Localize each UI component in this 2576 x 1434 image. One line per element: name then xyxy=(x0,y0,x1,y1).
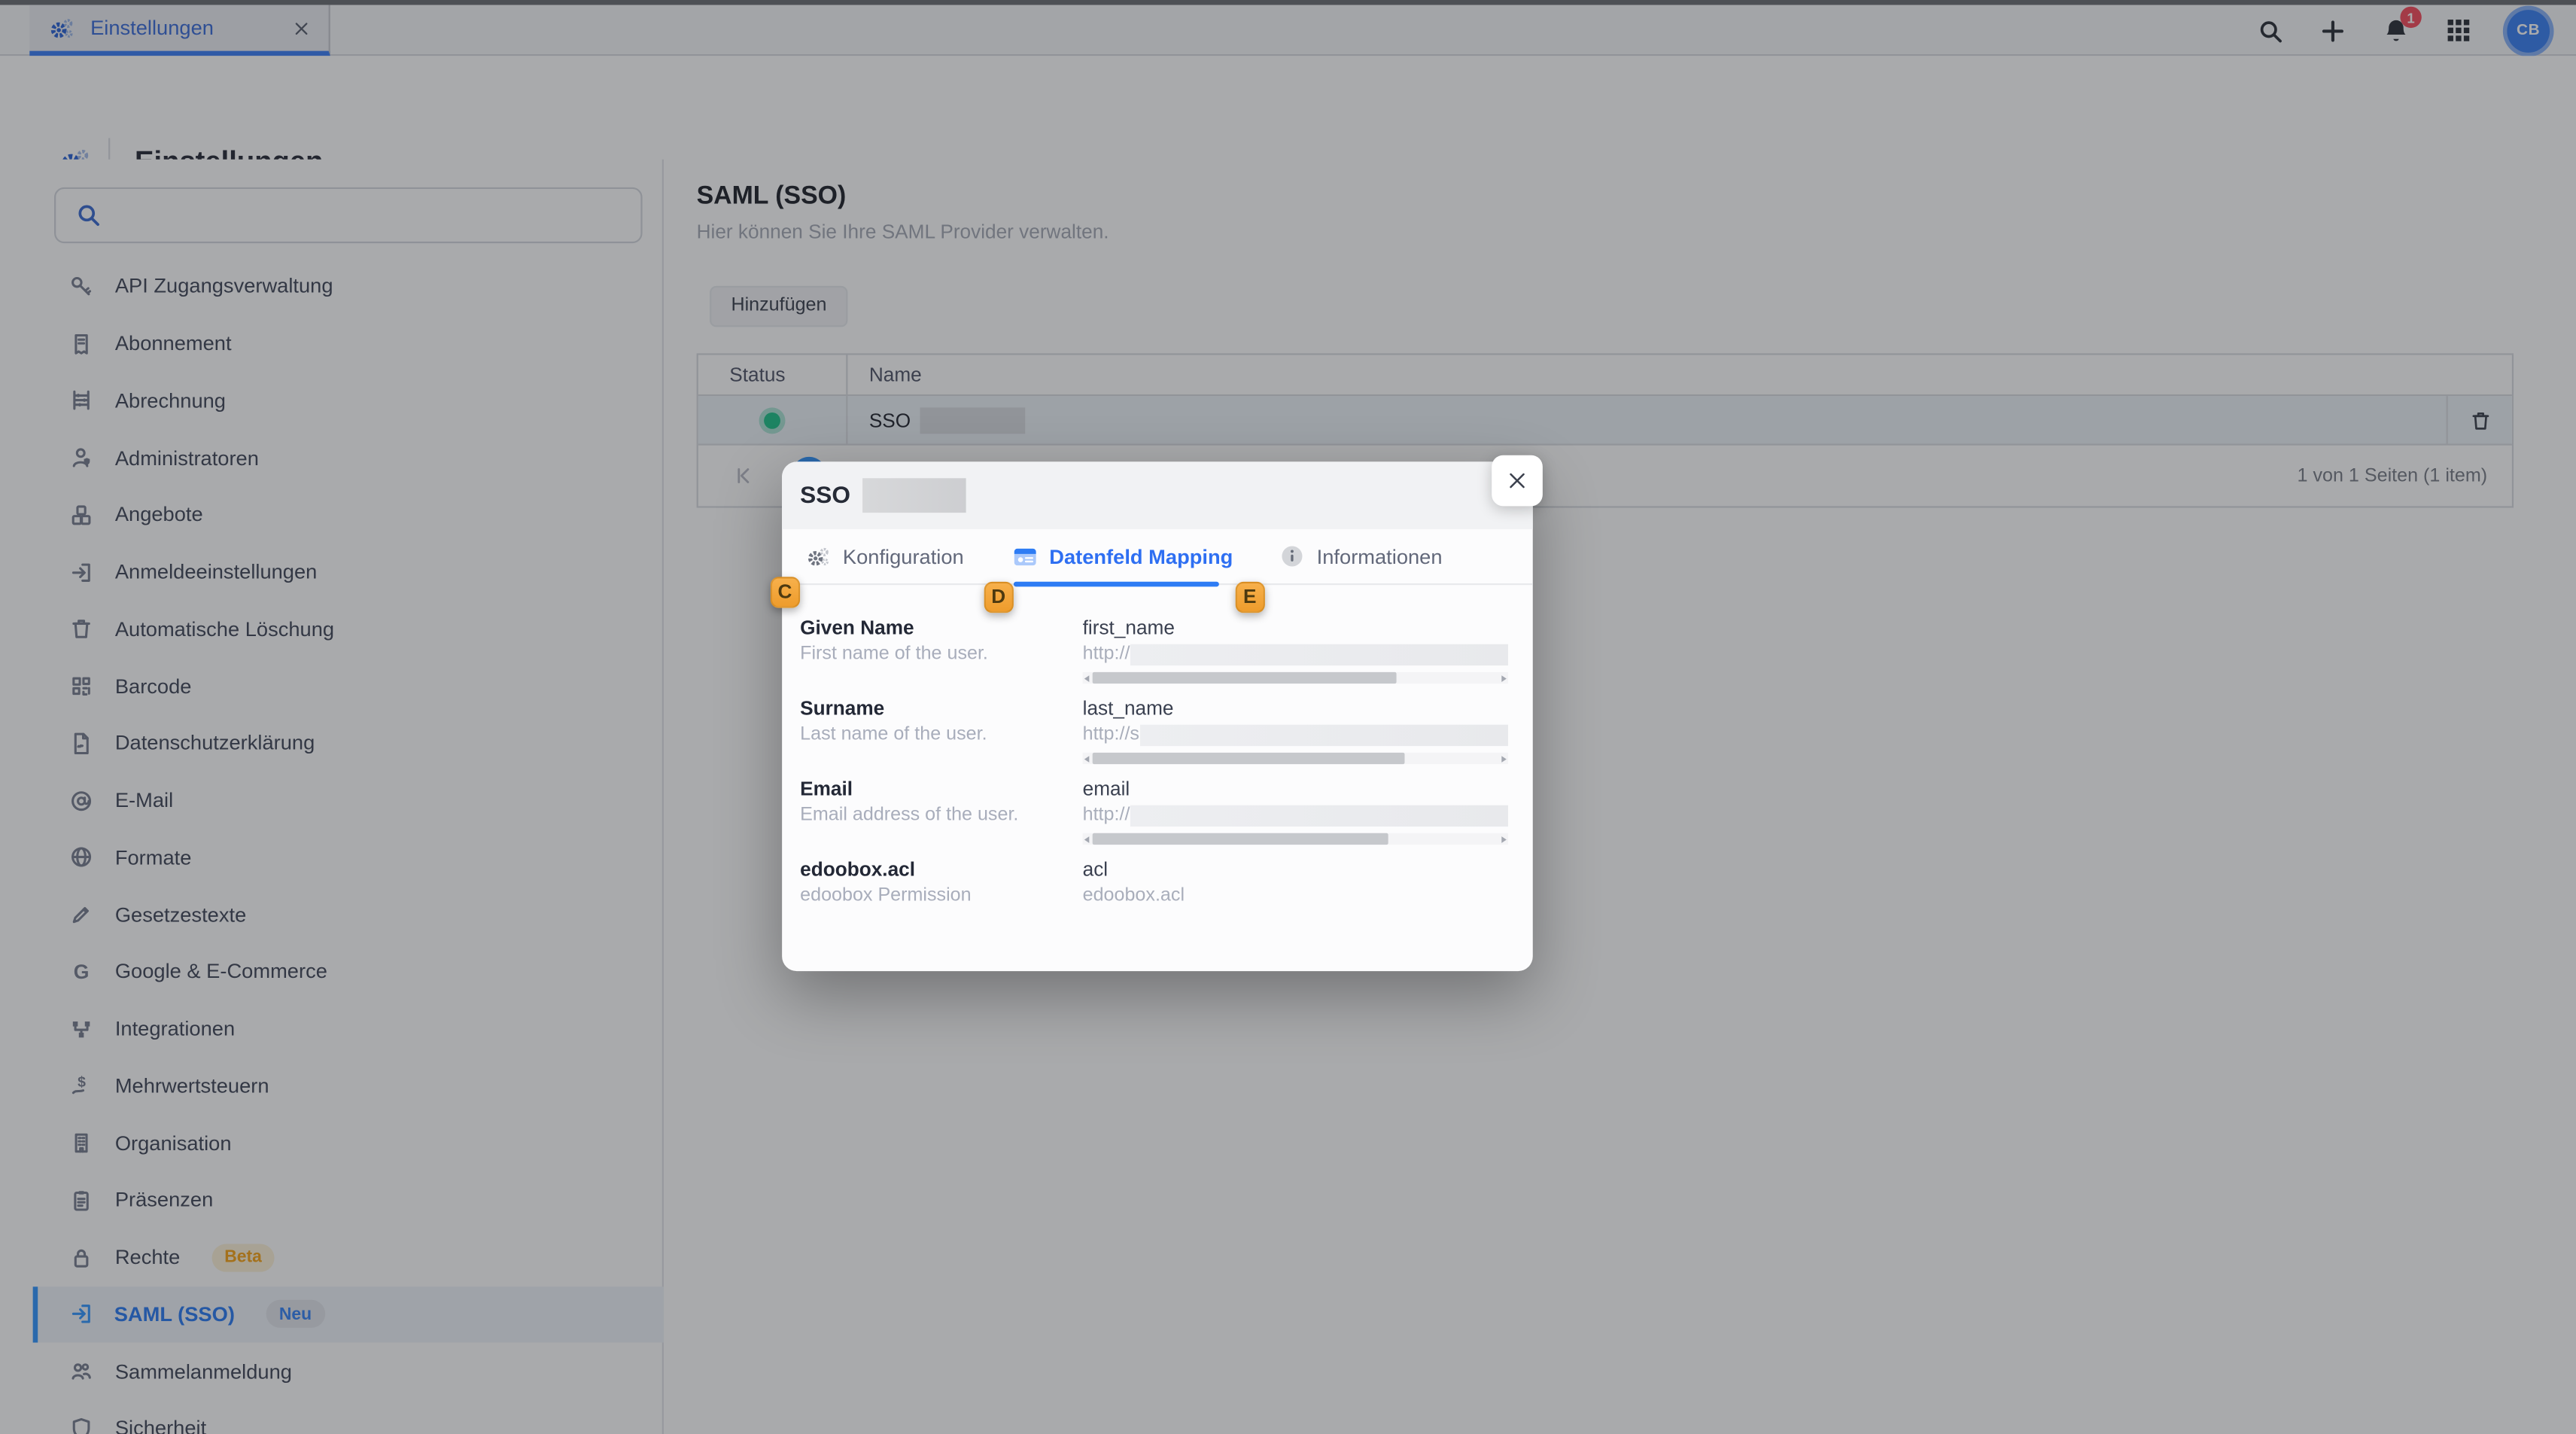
mapping-value: first_name xyxy=(1083,617,1508,640)
mapping-label: edoobox.acl xyxy=(800,858,1082,881)
mapping-description: First name of the user. xyxy=(800,644,1082,664)
mapping-label: Email xyxy=(800,778,1082,801)
app-stage: Einstellungen 1 CB Einstellungen xyxy=(0,0,2576,1434)
mapping-row-first_name: Given Name First name of the user.first_n… xyxy=(800,617,1533,697)
url-prefix: http://s xyxy=(1083,725,1139,744)
url-prefix: http:// xyxy=(1083,805,1130,825)
scrollbar-thumb[interactable] xyxy=(1093,833,1388,845)
info-icon xyxy=(1281,544,1306,569)
modal-tab-datenfeld-mapping[interactable]: Datenfeld Mapping xyxy=(1011,543,1233,569)
scroll-left-arrow-icon[interactable] xyxy=(1084,755,1090,762)
mapping-label: Given Name xyxy=(800,617,1082,640)
mapping-fields: Given Name First name of the user.first_n… xyxy=(782,585,1533,938)
screenshot-viewport: Einstellungen 1 CB Einstellungen xyxy=(0,0,2576,1434)
modal-tab-label: Datenfeld Mapping xyxy=(1049,545,1233,568)
sso-provider-modal: SSO Konfiguration Datenfeld Mapping Inform… xyxy=(782,461,1533,971)
mapping-value: last_name xyxy=(1083,697,1508,720)
annotation-marker-c: C xyxy=(771,577,799,607)
mapping-description: Email address of the user. xyxy=(800,805,1082,825)
idcard-icon xyxy=(1011,543,1038,569)
scroll-left-arrow-icon[interactable] xyxy=(1084,836,1090,842)
mapping-url[interactable]: http://s xyxy=(1083,723,1508,747)
redacted-url-block xyxy=(1130,805,1508,826)
mapping-description: edoobox Permission xyxy=(800,886,1082,906)
mapping-label: Surname xyxy=(800,697,1082,720)
modal-tab-konfiguration[interactable]: Konfiguration xyxy=(805,543,964,569)
active-tab-underline xyxy=(1014,582,1219,587)
redacted-url-block xyxy=(1139,724,1508,745)
mapping-url[interactable]: http:// xyxy=(1083,804,1508,827)
mapping-sub-value: edoobox.acl xyxy=(1083,886,1508,906)
gears-icon xyxy=(805,543,832,569)
redacted-title-block xyxy=(862,478,966,513)
modal-close-button[interactable] xyxy=(1492,455,1543,507)
modal-tab-informationen[interactable]: Informationen xyxy=(1281,544,1443,569)
scrollbar-thumb[interactable] xyxy=(1093,753,1405,764)
horizontal-scrollbar[interactable] xyxy=(1083,833,1508,845)
mapping-description: Last name of the user. xyxy=(800,725,1082,744)
modal-tab-label: Konfiguration xyxy=(843,545,964,568)
scroll-right-arrow-icon[interactable] xyxy=(1501,674,1507,681)
horizontal-scrollbar[interactable] xyxy=(1083,672,1508,684)
scroll-right-arrow-icon[interactable] xyxy=(1501,836,1507,842)
scroll-right-arrow-icon[interactable] xyxy=(1501,755,1507,762)
annotation-marker-d: D xyxy=(984,582,1013,612)
mapping-url[interactable]: http:// xyxy=(1083,643,1508,666)
mapping-row-email: Email Email address of the user.email http… xyxy=(800,778,1533,858)
mapping-value: acl xyxy=(1083,858,1508,881)
modal-tab-label: Informationen xyxy=(1317,545,1443,568)
modal-tabs: Konfiguration Datenfeld Mapping Informatio… xyxy=(782,529,1533,585)
url-prefix: http:// xyxy=(1083,644,1130,664)
scrollbar-thumb[interactable] xyxy=(1093,672,1397,684)
redacted-url-block xyxy=(1130,644,1508,665)
horizontal-scrollbar[interactable] xyxy=(1083,753,1508,764)
modal-header: SSO xyxy=(782,461,1533,529)
mapping-row-last_name: Surname Last name of the user.last_nameht… xyxy=(800,697,1533,778)
scroll-left-arrow-icon[interactable] xyxy=(1084,674,1090,681)
annotation-marker-e: E xyxy=(1236,582,1264,612)
mapping-row-acl: edoobox.acledoobox Permissionacledoobox.… xyxy=(800,858,1533,939)
mapping-value: email xyxy=(1083,778,1508,801)
modal-title: SSO xyxy=(800,483,850,509)
